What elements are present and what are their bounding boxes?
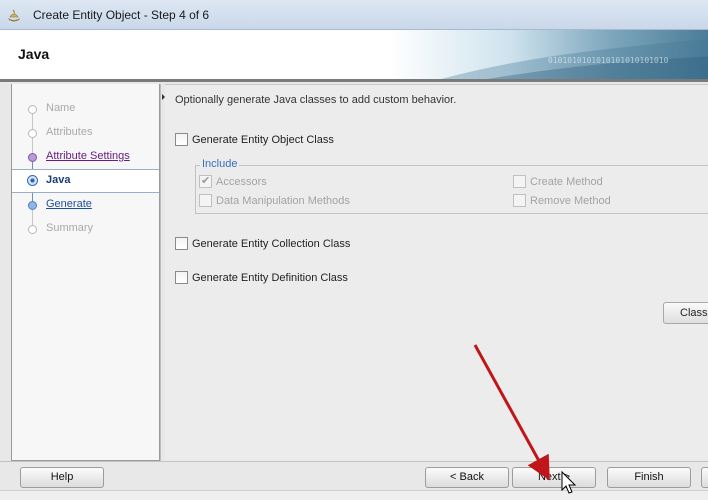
page-title: Java — [18, 46, 50, 62]
wizard-content: Optionally generate Java classes to add … — [165, 84, 708, 461]
step-summary: Summary — [12, 218, 159, 240]
data-manipulation-methods-label: Data Manipulation Methods — [216, 194, 350, 207]
checkmark-icon: ✔ — [201, 175, 211, 188]
generate-entity-object-class-checkbox[interactable] — [175, 133, 188, 147]
generate-entity-object-class-label[interactable]: Generate Entity Object Class — [192, 134, 334, 146]
remove-method-label: Remove Method — [530, 194, 611, 207]
window-title: Create Entity Object - Step 4 of 6 — [33, 8, 210, 22]
accessors-option: ✔ Accessors — [199, 174, 267, 190]
include-group-title: Include — [200, 158, 240, 170]
back-button[interactable]: < Back — [425, 467, 509, 488]
remove-method-checkbox — [513, 194, 526, 208]
data-manipulation-methods-checkbox — [199, 194, 212, 208]
generate-entity-collection-class-option[interactable]: Generate Entity Collection Class — [175, 236, 350, 252]
step-generate[interactable]: Generate — [12, 194, 159, 216]
step-java-icon — [27, 175, 38, 186]
help-button[interactable]: Help — [20, 467, 104, 488]
create-method-checkbox — [513, 175, 526, 189]
step-attribute-settings-icon — [28, 153, 37, 162]
step-attributes: Attributes — [12, 122, 159, 144]
step-generate-icon — [28, 201, 37, 210]
create-method-option: Create Method — [513, 174, 603, 190]
generate-entity-definition-class-checkbox[interactable] — [175, 271, 188, 285]
classes-extend-button[interactable]: Classes Extend... — [663, 302, 708, 324]
include-group: Include ✔ Accessors Create Method Data Ma… — [195, 158, 708, 214]
create-method-label: Create Method — [530, 175, 603, 188]
generate-entity-object-class-option[interactable]: Generate Entity Object Class — [175, 132, 334, 148]
step-java[interactable]: Java — [12, 169, 159, 193]
step-name: Name — [12, 98, 159, 120]
remove-method-option: Remove Method — [513, 193, 611, 209]
app-icon — [8, 9, 20, 22]
step-java-label: Java — [46, 174, 71, 186]
header-binary-decor: 0101010101010101010101010 — [548, 56, 669, 65]
accessors-label: Accessors — [216, 175, 267, 188]
step-attributes-icon — [28, 129, 37, 138]
step-generate-label[interactable]: Generate — [46, 198, 92, 210]
generate-entity-definition-class-option[interactable]: Generate Entity Definition Class — [175, 270, 348, 286]
data-manipulation-methods-option: Data Manipulation Methods — [199, 193, 350, 209]
step-summary-label: Summary — [46, 222, 94, 234]
next-button[interactable]: Next > — [512, 467, 596, 488]
wizard-steps-panel: Name Attributes Attribute Settings Java … — [11, 84, 160, 461]
cancel-button-partial[interactable] — [701, 467, 708, 488]
window-titlebar: Create Entity Object - Step 4 of 6 — [0, 0, 708, 30]
step-attributes-label: Attributes — [46, 126, 93, 138]
step-summary-icon — [28, 225, 37, 234]
accessors-checkbox: ✔ — [199, 175, 212, 189]
step-attribute-settings[interactable]: Attribute Settings — [12, 146, 159, 168]
wizard-footer: Help < Back Next > Finish — [0, 461, 708, 490]
wizard-header: Java 0101010101010101010101010 — [0, 30, 708, 82]
step-attribute-settings-label[interactable]: Attribute Settings — [46, 150, 130, 162]
generate-entity-collection-class-label[interactable]: Generate Entity Collection Class — [192, 238, 350, 250]
generate-entity-definition-class-label[interactable]: Generate Entity Definition Class — [192, 272, 348, 284]
finish-button[interactable]: Finish — [607, 467, 691, 488]
generate-entity-collection-class-checkbox[interactable] — [175, 237, 188, 251]
status-bar — [0, 490, 708, 500]
intro-text: Optionally generate Java classes to add … — [175, 94, 457, 106]
step-name-label: Name — [46, 102, 76, 114]
step-name-icon — [28, 105, 37, 114]
